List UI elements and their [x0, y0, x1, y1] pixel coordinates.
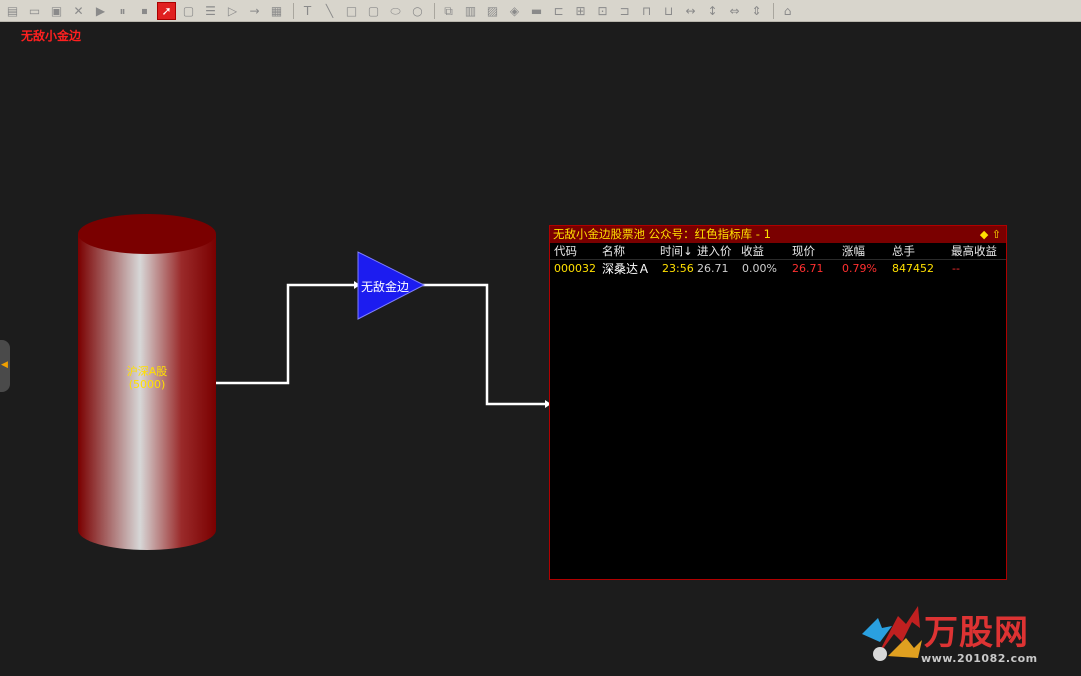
column-header[interactable]: 代码	[554, 243, 577, 259]
cell-entry-price: 26.71	[697, 262, 729, 275]
column-header[interactable]: 最高收益	[951, 243, 997, 259]
filter-node-name: 无敌金边	[360, 280, 409, 294]
watermark-url: www.201082.com	[921, 652, 1038, 665]
column-header[interactable]: 总手	[892, 243, 915, 259]
cell-price: 26.71	[792, 262, 824, 275]
source-node-count: (5000)	[128, 378, 166, 391]
stock-pool-panel: 无敌小金边股票池 公众号：红色指标库 - 1 ◆ ⇧ 代码 名称 时间↓ 进入价…	[549, 225, 1007, 580]
cell-max-gain: --	[952, 262, 960, 275]
column-header[interactable]: 现价	[792, 243, 815, 259]
cell-change: 0.79%	[842, 262, 877, 275]
source-node-name: 沪深A股	[126, 365, 168, 378]
connector-filter-to-panel	[422, 283, 545, 406]
column-header[interactable]: 涨幅	[842, 243, 865, 259]
table-row[interactable]: 000032 深桑达Ａ 23:56 26.71 0.00% 26.71 0.79…	[550, 260, 1006, 276]
cell-volume: 847452	[892, 262, 934, 275]
column-header[interactable]: 时间↓	[660, 243, 693, 259]
table-header: 代码 名称 时间↓ 进入价 收益 现价 涨幅 总手 最高收益	[550, 243, 1006, 260]
panel-title: 无敌小金边股票池 公众号：红色指标库 - 1	[553, 227, 771, 241]
column-header[interactable]: 进入价	[697, 243, 732, 259]
panel-header: 无敌小金边股票池 公众号：红色指标库 - 1 ◆ ⇧	[550, 226, 1006, 243]
watermark-brand: 万股网	[924, 613, 1029, 653]
cell-time: 23:56	[662, 262, 694, 275]
diamond-icon[interactable]: ◆	[980, 228, 988, 241]
cell-name: 深桑达Ａ	[602, 262, 651, 276]
cell-gain: 0.00%	[742, 262, 777, 275]
column-header[interactable]: 收益	[741, 243, 764, 259]
connector-source-to-filter	[216, 283, 354, 385]
column-header[interactable]: 名称	[602, 243, 625, 259]
up-arrow-icon[interactable]: ⇧	[992, 228, 1001, 241]
cell-code: 000032	[554, 262, 596, 275]
